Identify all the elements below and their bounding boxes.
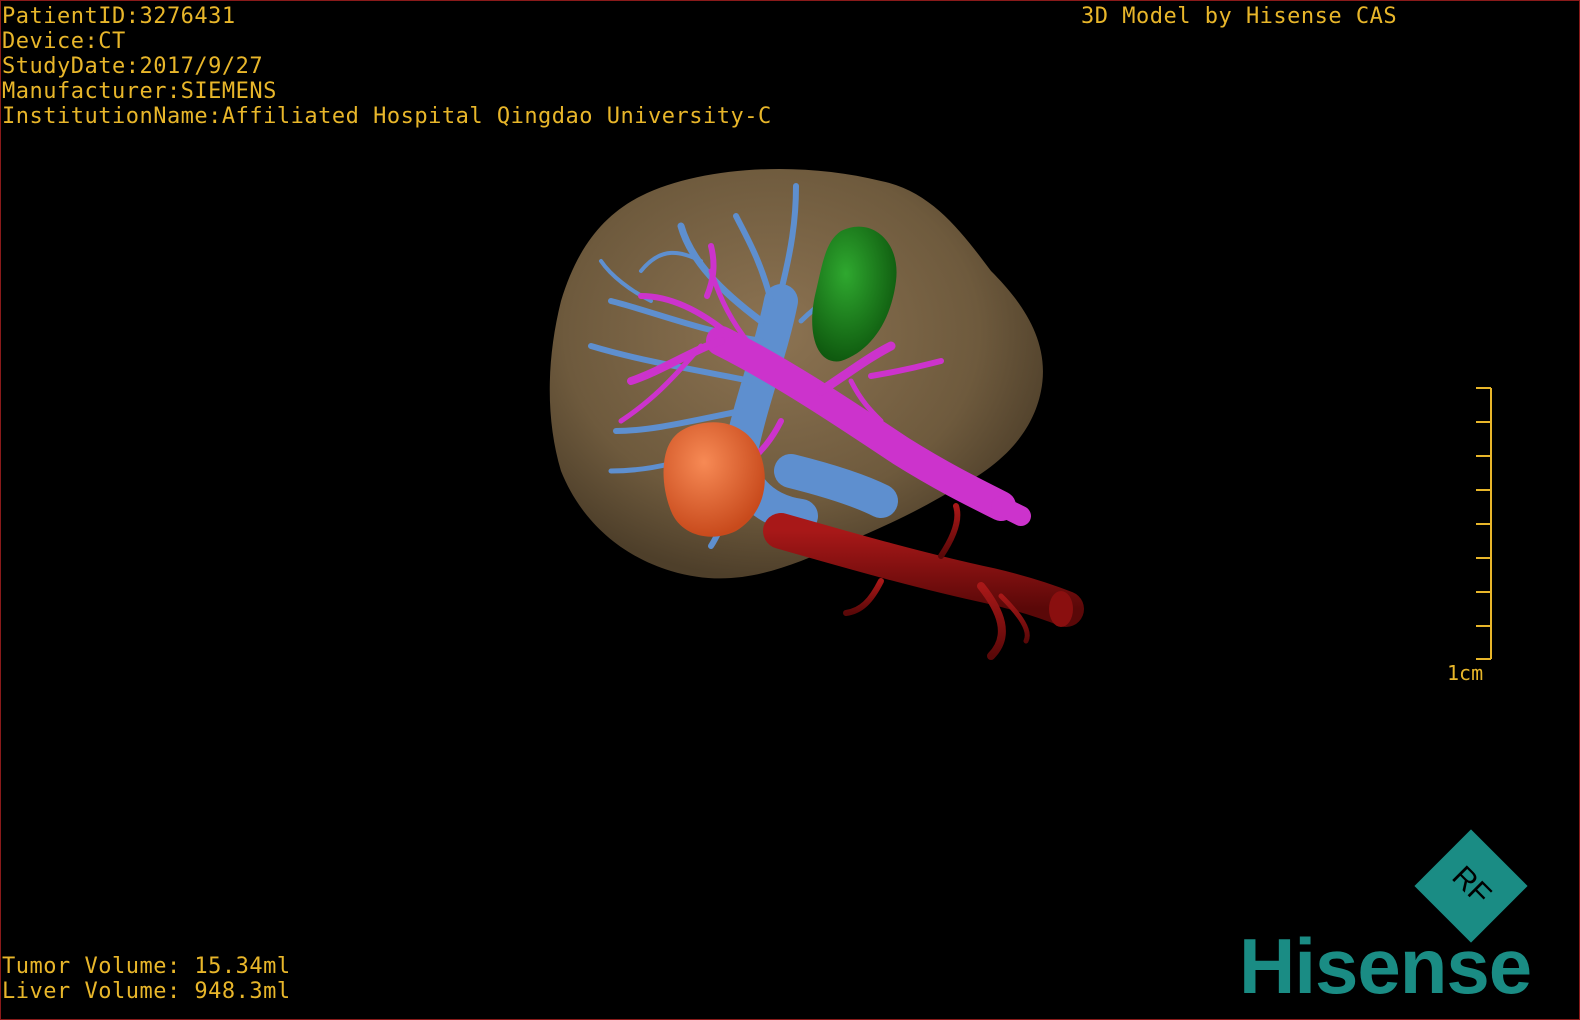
patient-id: PatientID:3276431 — [2, 4, 236, 29]
scale-label: 1cm — [1447, 661, 1484, 685]
scale-bar — [1476, 387, 1492, 660]
study-date: StudyDate:2017/9/27 — [2, 54, 264, 79]
3d-model-render[interactable] — [1, 1, 1580, 1020]
3d-viewport[interactable]: PatientID:3276431 Device:CT StudyDate:2017… — [0, 0, 1580, 1020]
model-credit: 3D Model by Hisense CAS — [1081, 4, 1398, 29]
manufacturer: Manufacturer:SIEMENS — [2, 79, 277, 104]
liver-volume: Liver Volume: 948.3ml — [2, 979, 291, 1004]
volume-measurements: Tumor Volume: 15.34ml Liver Volume: 948.3… — [2, 954, 291, 1004]
tumor-model — [663, 422, 765, 537]
hisense-logo: Hisense — [1239, 922, 1532, 1010]
vena-cava-end — [1049, 591, 1073, 627]
institution-name: InstitutionName:Affiliated Hospital Qing… — [2, 104, 772, 129]
tumor-volume: Tumor Volume: 15.34ml — [2, 954, 291, 979]
device: Device:CT — [2, 29, 126, 54]
vena-cava-model — [763, 503, 1084, 660]
patient-info: PatientID:3276431 Device:CT StudyDate:2017… — [2, 4, 772, 129]
